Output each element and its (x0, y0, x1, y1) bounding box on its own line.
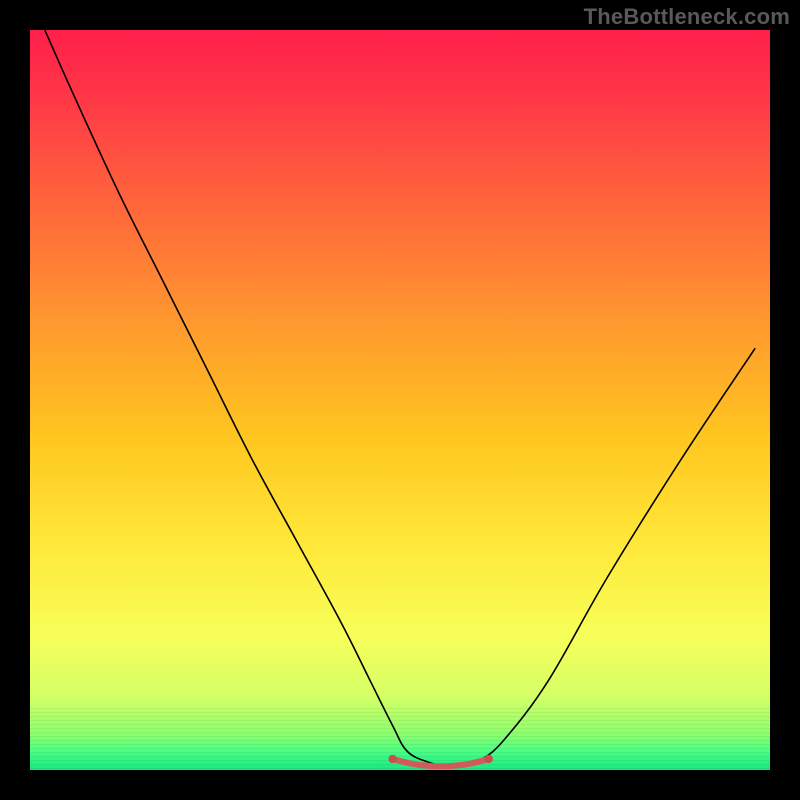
plot-area (30, 30, 770, 770)
bottleneck-plot-svg (30, 30, 770, 770)
watermark-text: TheBottleneck.com (584, 4, 790, 30)
chart-frame: TheBottleneck.com (0, 0, 800, 800)
gradient-background (30, 30, 770, 770)
